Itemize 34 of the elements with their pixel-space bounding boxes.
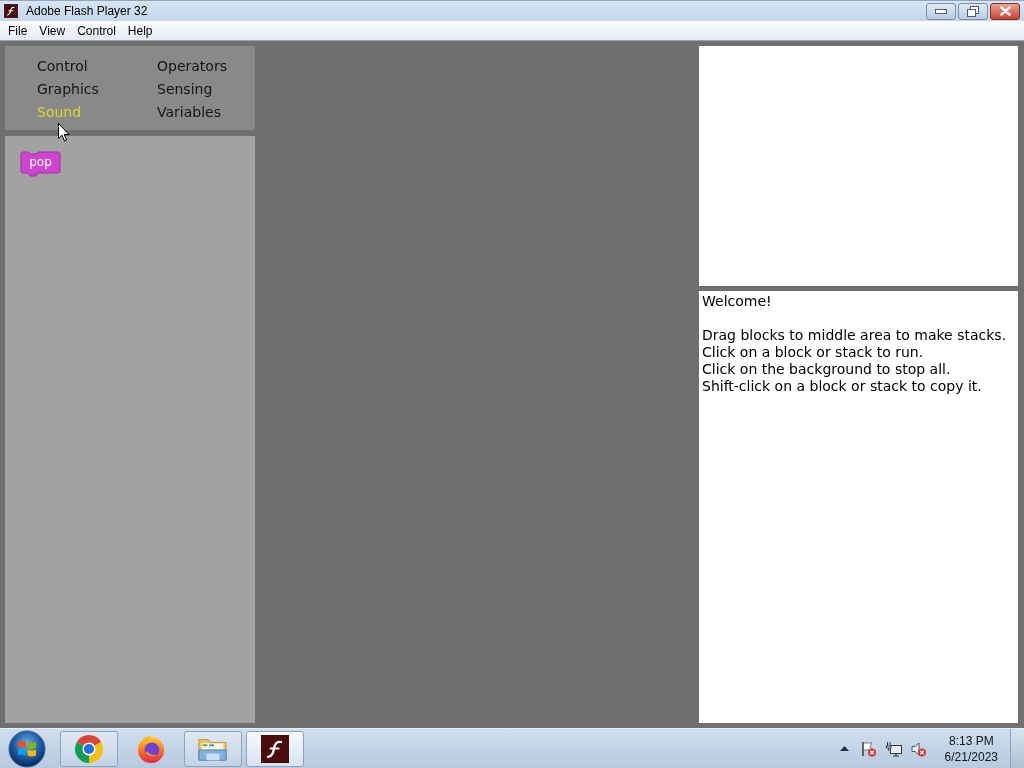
menu-item[interactable]: View: [33, 22, 72, 39]
category-tab[interactable]: Variables: [157, 101, 221, 124]
f-logo-icon: [261, 734, 289, 763]
menu-item[interactable]: File: [2, 22, 34, 39]
category-tab[interactable]: Operators: [157, 55, 227, 78]
flag-warning-icon: [860, 740, 877, 757]
start-button[interactable]: [8, 729, 46, 768]
f-logo-icon: [4, 4, 18, 18]
category-tab[interactable]: Sensing: [157, 78, 213, 101]
welcome-heading: Welcome!: [702, 293, 772, 310]
menu-item[interactable]: Control: [71, 22, 122, 39]
close-icon: [999, 6, 1011, 16]
speaker-muted-icon: [910, 740, 927, 757]
taskbar-button[interactable]: [246, 730, 304, 767]
sound-block[interactable]: pop: [20, 151, 61, 178]
network-icon: [885, 740, 902, 757]
clock-button[interactable]: 8:13 PM 6/21/2023: [940, 732, 1002, 765]
category-tab[interactable]: Graphics: [37, 78, 99, 101]
instruction-text: Shift-click on a block or stack to copy it.: [702, 378, 982, 395]
caret-up-icon: [840, 746, 850, 751]
minimize-button[interactable]: [926, 2, 956, 20]
instruction-text: Click on the background to stop all.: [702, 361, 951, 378]
category-tab[interactable]: Control: [37, 55, 88, 78]
mouse-pointer-icon: [58, 123, 70, 142]
restore-button[interactable]: [958, 2, 988, 20]
restore-icon: [967, 5, 979, 17]
close-button[interactable]: [990, 2, 1020, 20]
minimize-icon: [935, 8, 947, 14]
instruction-text: Drag blocks to middle area to make stacks.: [702, 327, 1007, 344]
menu-item[interactable]: Help: [121, 22, 159, 39]
four-pane-flag-icon: [8, 729, 46, 768]
circle-logo-icon: [74, 733, 104, 764]
window-title: Adobe Flash Player 32: [26, 4, 148, 18]
instruction-text: Click on a block or stack to run.: [702, 344, 924, 361]
